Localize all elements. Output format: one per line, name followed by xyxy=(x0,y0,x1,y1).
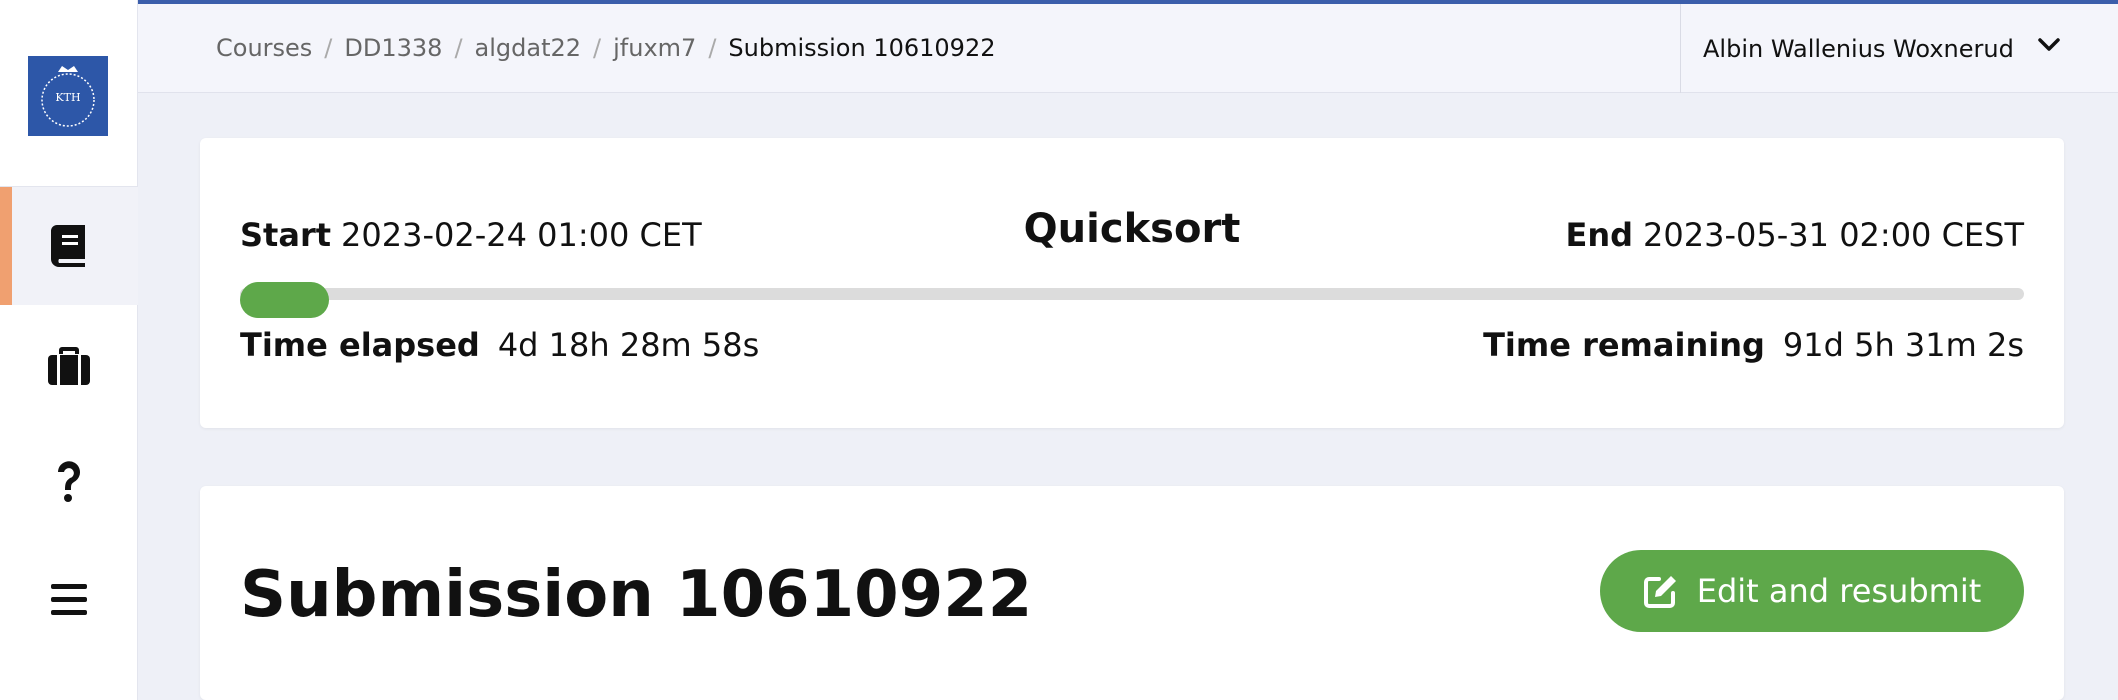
kth-logo[interactable]: KTH xyxy=(28,56,108,136)
edit-and-resubmit-button[interactable]: Edit and resubmit xyxy=(1600,550,2024,632)
time-remaining: Time remaining 91d 5h 31m 2s xyxy=(1483,326,2024,364)
sidebar-item-help[interactable] xyxy=(0,423,138,541)
breadcrumb-problem[interactable]: jfuxm7 xyxy=(613,34,696,62)
chevron-down-icon xyxy=(2038,38,2060,51)
elapsed-label: Time elapsed xyxy=(240,326,480,364)
edit-icon xyxy=(1643,576,1676,608)
breadcrumb-separator: / xyxy=(708,34,717,62)
briefcase-icon xyxy=(48,347,90,385)
svg-text:KTH: KTH xyxy=(55,91,80,104)
breadcrumb-course[interactable]: DD1338 xyxy=(344,34,442,62)
breadcrumb-separator: / xyxy=(454,34,463,62)
edit-and-resubmit-label: Edit and resubmit xyxy=(1696,572,1982,610)
top-header: Courses / DD1338 / algdat22 / jfuxm7 / S… xyxy=(138,4,2118,93)
user-name: Albin Wallenius Woxnerud xyxy=(1703,34,2014,63)
user-menu[interactable]: Albin Wallenius Woxnerud xyxy=(1680,4,2118,93)
end-label: End xyxy=(1565,216,1634,254)
sidebar-item-menu[interactable] xyxy=(0,541,138,659)
book-icon xyxy=(51,225,85,267)
menu-icon xyxy=(51,584,87,615)
remaining-label: Time remaining xyxy=(1483,326,1765,364)
contest-timer-card: Start 2023-02-24 01:00 CET Quicksort End 2… xyxy=(200,138,2064,428)
breadcrumb-separator: / xyxy=(324,34,333,62)
breadcrumb-course-round[interactable]: algdat22 xyxy=(475,34,582,62)
sidebar-item-jobs[interactable] xyxy=(0,307,138,425)
end-time: End 2023-05-31 02:00 CEST xyxy=(1566,216,2025,254)
time-progress-track xyxy=(240,282,2024,318)
elapsed-value: 4d 18h 28m 58s xyxy=(497,326,760,364)
remaining-value: 91d 5h 31m 2s xyxy=(1782,326,2024,364)
time-progress-fill xyxy=(240,282,330,318)
breadcrumb-courses[interactable]: Courses xyxy=(216,34,312,62)
question-icon xyxy=(58,461,80,502)
time-elapsed: Time elapsed 4d 18h 28m 58s xyxy=(240,326,759,364)
submission-title: Submission 10610922 xyxy=(240,558,1033,632)
kth-logo-icon: KTH xyxy=(28,56,108,136)
breadcrumb-separator: / xyxy=(593,34,602,62)
breadcrumb: Courses / DD1338 / algdat22 / jfuxm7 / S… xyxy=(216,34,996,62)
breadcrumb-current: Submission 10610922 xyxy=(728,34,996,62)
submission-card: Submission 10610922 Edit and resubmit xyxy=(200,486,2064,700)
end-value: 2023-05-31 02:00 CEST xyxy=(1643,216,2024,254)
sidebar: KTH xyxy=(0,0,138,700)
sidebar-item-courses[interactable] xyxy=(0,187,138,305)
